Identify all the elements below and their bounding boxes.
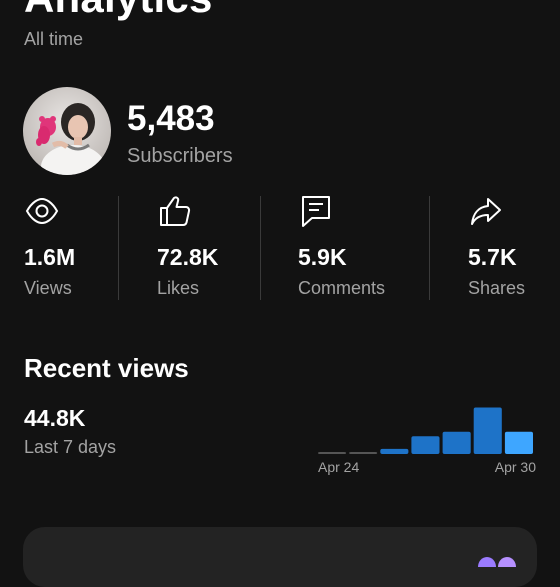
- x-tick-label: Apr 30: [495, 459, 536, 475]
- stat-value: 1.6M: [24, 244, 76, 270]
- recent-views-value: 44.8K: [24, 405, 86, 431]
- chart-bar: [349, 452, 378, 454]
- chart-bar: [504, 431, 533, 454]
- eye-icon: [24, 193, 60, 229]
- subscriber-count: 5,483: [127, 99, 215, 138]
- stat-value: 5.9K: [298, 244, 347, 270]
- stat-divider: [429, 196, 430, 300]
- thumbs-up-icon: [157, 193, 193, 229]
- recent-views-period: Last 7 days: [24, 437, 117, 457]
- chart-bar: [411, 436, 440, 454]
- card-decoration-icon: [478, 557, 516, 567]
- time-range-label[interactable]: All time: [24, 29, 83, 50]
- subscriber-label: Subscribers: [127, 145, 233, 167]
- recent-views-chart[interactable]: Apr 24 Apr 30: [315, 398, 539, 478]
- chart-bar: [473, 407, 502, 454]
- avatar-image: [23, 87, 111, 175]
- stat-divider: [260, 196, 261, 300]
- recent-views-heading: Recent views: [24, 353, 189, 383]
- stat-label: Likes: [157, 278, 200, 298]
- chart-bar: [318, 452, 347, 454]
- stat-label: Comments: [298, 278, 386, 298]
- stat-value: 72.8K: [157, 244, 219, 270]
- stat-value: 5.7K: [468, 244, 517, 270]
- bottom-card[interactable]: [23, 527, 537, 587]
- channel-avatar[interactable]: [23, 87, 111, 175]
- stats-row: 1.6M Views 72.8K Likes 5.9K Comments 5.7…: [0, 193, 560, 303]
- stat-label: Views: [24, 278, 72, 298]
- page-title: Analytics: [24, 0, 213, 22]
- chart-bar: [442, 431, 471, 454]
- stat-label: Shares: [468, 278, 526, 298]
- x-tick-label: Apr 24: [318, 459, 359, 475]
- share-icon: [468, 193, 504, 229]
- chart-bar: [380, 448, 409, 454]
- stat-divider: [118, 196, 119, 300]
- comment-icon: [298, 193, 334, 229]
- bar-chart: Apr 24 Apr 30: [318, 407, 536, 475]
